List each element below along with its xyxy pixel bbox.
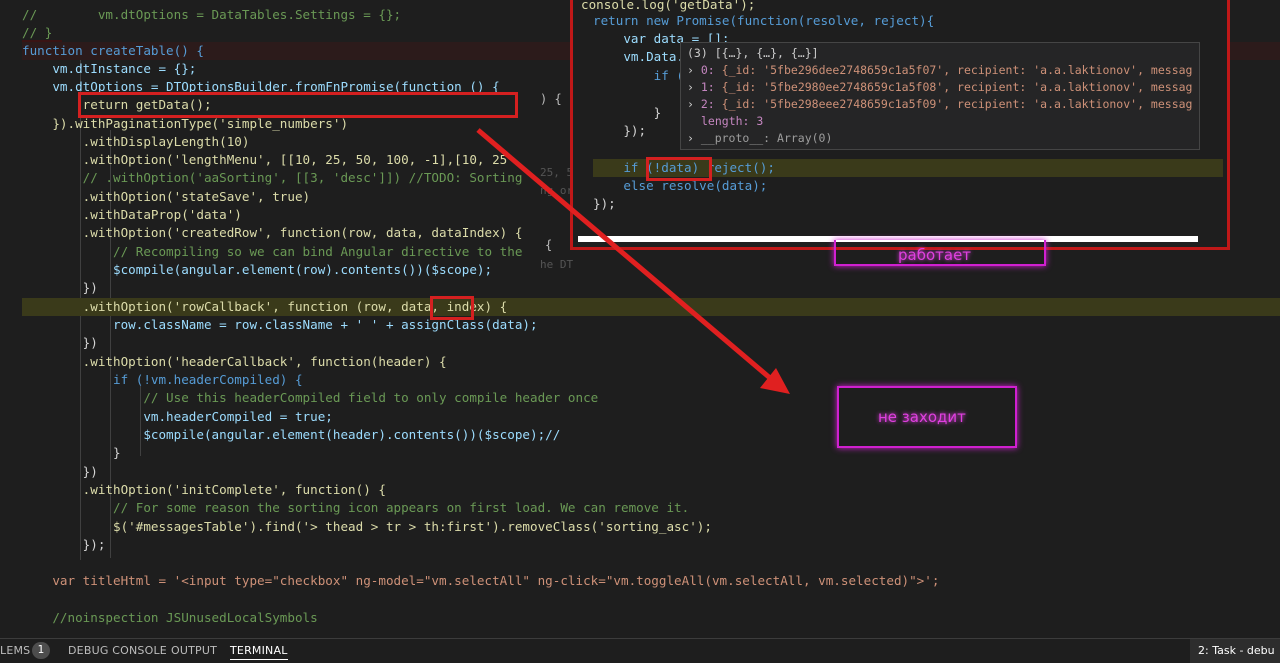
problems-count-badge: 1 xyxy=(32,642,50,659)
tab-debug-console[interactable]: DEBUG CONSOLE xyxy=(68,644,167,657)
terminal-task-select[interactable]: 2: Task - debu xyxy=(1190,639,1280,663)
annotation-arrow xyxy=(476,128,790,394)
tab-terminal[interactable]: TERMINAL xyxy=(230,644,288,660)
tab-problems[interactable]: LEMS xyxy=(0,644,30,657)
panel-tab-bar: LEMS 1 DEBUG CONSOLE OUTPUT TERMINAL 2: … xyxy=(0,638,1280,663)
annotation-works-label: работает xyxy=(898,246,972,264)
tab-output[interactable]: OUTPUT xyxy=(171,644,217,657)
annotation-not-entering-label: не заходит xyxy=(878,408,966,426)
